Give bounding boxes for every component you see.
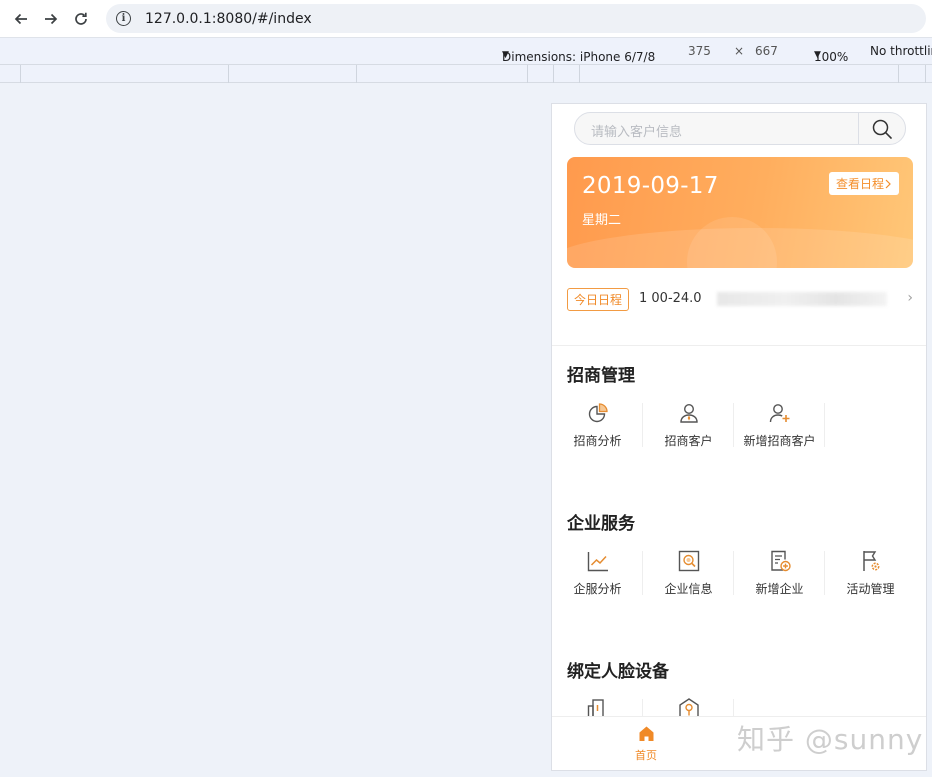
menu-grid-merchants: 招商分析 招商客户 新增招商客户 xyxy=(552,401,926,461)
url-text: 127.0.0.1:8080/#/index xyxy=(145,10,312,27)
menu-grid-enterprise: 企服分析 企业信息 新增企业 活动管理 xyxy=(552,549,926,609)
device-toolbar: Dimensions: iPhone 6/7/8 ▼ 375 × 667 100… xyxy=(0,37,932,64)
tab-home[interactable]: 首页 xyxy=(628,725,664,763)
user-icon xyxy=(680,403,698,423)
company-search-icon xyxy=(678,550,700,572)
menu-item-merchant-customers[interactable]: 招商客户 xyxy=(643,401,734,461)
search-bar[interactable]: 请输入客户信息 xyxy=(574,112,906,145)
menu-item-add-merchant-customer[interactable]: 新增招商客户 xyxy=(734,401,825,461)
section-divider xyxy=(552,345,926,346)
today-schedule-tag: 今日日程 xyxy=(567,288,630,311)
section-title: 企业服务 xyxy=(567,514,635,534)
add-user-icon xyxy=(769,404,790,423)
line-chart-icon xyxy=(587,552,608,572)
add-document-icon xyxy=(771,550,791,572)
banner-wave xyxy=(567,228,913,268)
chevron-right-icon[interactable]: › xyxy=(907,290,913,306)
menu-item-add-enterprise[interactable]: 新增企业 xyxy=(734,549,825,609)
media-query-bar[interactable] xyxy=(0,64,932,83)
menu-item-label: 活动管理 xyxy=(846,582,895,596)
today-schedule-text: 1 00-24.0 xyxy=(639,291,702,306)
tab-home-label: 首页 xyxy=(635,749,657,762)
mobile-viewport: 请输入客户信息 2019-09-17 星期二 查看日程 今日日程 1 00-24… xyxy=(551,103,927,771)
date-banner: 2019-09-17 星期二 查看日程 xyxy=(567,157,913,268)
caret-down-icon: ▼ xyxy=(814,50,821,60)
site-info-icon[interactable]: i xyxy=(116,11,131,26)
menu-item-service-analysis[interactable]: 企服分析 xyxy=(552,549,643,609)
chevron-right-icon xyxy=(885,179,891,188)
menu-item-merchant-analysis[interactable]: 招商分析 xyxy=(552,401,643,461)
pie-chart-icon xyxy=(588,403,608,423)
times-sign: × xyxy=(734,44,745,58)
blurred-content xyxy=(717,292,887,306)
watermark: 知乎 @sunny xyxy=(737,723,924,756)
search-divider xyxy=(858,113,859,144)
menu-item-label: 企服分析 xyxy=(573,582,622,596)
banner-weekday: 星期二 xyxy=(582,213,622,228)
section-title: 招商管理 xyxy=(567,366,635,386)
menu-item-label: 新增招商客户 xyxy=(743,434,816,448)
device-height-input[interactable]: 667 xyxy=(755,44,778,58)
banner-date: 2019-09-17 xyxy=(582,173,719,199)
menu-item-label: 招商分析 xyxy=(573,434,622,448)
menu-item-enterprise-info[interactable]: 企业信息 xyxy=(643,549,734,609)
menu-item-activity-management[interactable]: 活动管理 xyxy=(825,549,916,609)
today-schedule-row[interactable]: 今日日程 1 00-24.0 › xyxy=(567,288,913,312)
forward-arrow-icon[interactable] xyxy=(40,8,62,30)
device-width-input[interactable]: 375 xyxy=(688,44,711,58)
menu-item-label: 企业信息 xyxy=(664,582,713,596)
search-input[interactable]: 请输入客户信息 xyxy=(591,121,682,140)
throttle-select[interactable]: No throttlin xyxy=(870,44,932,58)
back-arrow-icon[interactable] xyxy=(10,8,32,30)
flag-icon xyxy=(863,551,880,571)
caret-down-icon: ▼ xyxy=(502,50,509,60)
browser-toolbar: i 127.0.0.1:8080/#/index xyxy=(0,0,932,37)
device-dimensions-label: Dimensions: iPhone 6/7/8 xyxy=(502,50,656,64)
search-icon[interactable] xyxy=(871,118,893,140)
menu-item-label: 新增企业 xyxy=(755,582,804,596)
address-bar[interactable]: i 127.0.0.1:8080/#/index xyxy=(106,4,926,33)
section-title: 绑定人脸设备 xyxy=(567,662,669,682)
view-schedule-label: 查看日程 xyxy=(835,177,884,191)
menu-item-label: 招商客户 xyxy=(664,434,713,448)
home-icon xyxy=(639,726,653,741)
view-schedule-button[interactable]: 查看日程 xyxy=(828,172,899,195)
reload-icon[interactable] xyxy=(70,8,92,30)
